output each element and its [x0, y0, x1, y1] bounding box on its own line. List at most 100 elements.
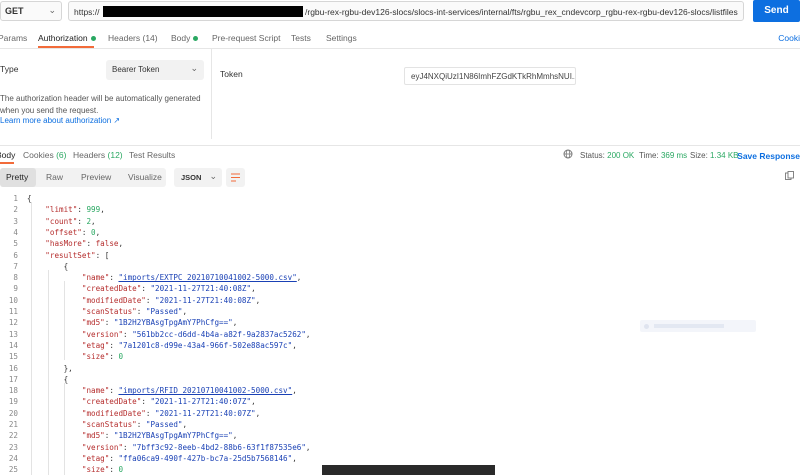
line-number: 9 — [13, 284, 18, 294]
tab-response-cookies[interactable]: Cookies (6) — [23, 150, 66, 160]
wrap-lines-button[interactable] — [226, 168, 245, 187]
format-value: JSON — [181, 173, 202, 182]
line-number: 8 — [13, 273, 18, 283]
code-line: 16 }, — [0, 364, 800, 375]
globe-icon[interactable] — [563, 149, 573, 159]
line-number: 2 — [13, 205, 18, 215]
blurred-overlay — [640, 320, 756, 332]
line-number: 4 — [13, 227, 18, 237]
body-dot-icon — [193, 36, 199, 42]
active-tab-indicator — [0, 162, 14, 164]
line-number: 21 — [8, 420, 18, 429]
code-line: 8 "name": "imports/EXTPC_20210710041002-… — [0, 273, 800, 284]
code-token: "imports/EXTPC_20210710041002-5000.csv" — [118, 273, 297, 283]
code-text: }, — [27, 364, 73, 373]
code-line: 21 "scanStatus": "Passed", — [0, 420, 800, 431]
code-token: "offset" — [45, 227, 82, 237]
tab-authorization-label: Authorization — [38, 33, 88, 43]
code-token: "2021-11-27T21:40:08Z" — [150, 284, 252, 294]
response-body-editor[interactable]: 1{2 "limit": 999, 3 "count": 2, 4 "offset"… — [0, 194, 800, 475]
code-token: { — [27, 374, 69, 384]
line-number: 17 — [8, 374, 18, 384]
send-button[interactable]: Send — [753, 0, 800, 22]
code-text: "scanStatus": "Passed", — [27, 420, 187, 429]
save-response-button[interactable]: Save Response — [737, 151, 800, 161]
code-line: 20 "modifiedDate": "2021-11-27T21:40:07Z… — [0, 409, 800, 420]
tab-pre-request-script[interactable]: Pre-request Script — [212, 33, 281, 43]
code-token: "modifiedDate" — [81, 408, 146, 418]
code-token: "resultSet" — [45, 250, 96, 260]
tab-params[interactable]: Params — [0, 33, 27, 43]
tab-body[interactable]: Body — [171, 33, 199, 43]
code-line: 18 "name": "imports/RFID_20210710041002-… — [0, 386, 800, 397]
auth-description: The authorization header will be automat… — [0, 93, 205, 116]
code-text: "md5": "1B2H2YBAsgTpgAmY7PhCfg==", — [27, 318, 237, 327]
code-line: 14 "etag": "7a1201c8-d99e-43a4-966f-502e… — [0, 341, 800, 352]
code-token: , — [100, 205, 105, 215]
view-visualize[interactable]: Visualize — [128, 172, 162, 182]
code-token: "2021-11-27T21:40:07Z" — [150, 397, 252, 407]
code-text: "modifiedDate": "2021-11-27T21:40:08Z", — [27, 296, 260, 305]
url-input[interactable]: https:// /rgbu-rex-rgbu-dev126-slocs/slo… — [68, 1, 744, 21]
auth-type-select[interactable]: Bearer Token ⌄ — [106, 60, 204, 80]
size-value: 1.34 KB — [710, 151, 739, 160]
code-token: "etag" — [81, 340, 110, 350]
line-number: 16 — [8, 363, 18, 373]
code-token: , — [182, 420, 188, 429]
code-token: "2021-11-27T21:40:07Z" — [155, 408, 256, 418]
view-pretty[interactable]: Pretty — [6, 172, 28, 182]
code-line: 5 "hasMore": false, — [0, 239, 800, 250]
copy-icon[interactable] — [785, 171, 794, 180]
learn-more-link[interactable]: Learn more about authorization ↗ — [0, 116, 120, 125]
code-token: "7a1201c8-d99e-43a4-966f-502e88ac597c" — [118, 340, 293, 350]
code-token: "2021-11-27T21:40:08Z" — [155, 295, 256, 305]
code-line: 19 "createdDate": "2021-11-27T21:40:07Z"… — [0, 397, 800, 408]
view-raw[interactable]: Raw — [46, 172, 63, 182]
tab-authorization[interactable]: Authorization — [38, 33, 96, 43]
format-select[interactable]: JSON ⌄ — [174, 168, 222, 187]
code-line: 6 "resultSet": [ — [0, 251, 800, 262]
method-select[interactable]: GET ⌄ — [0, 1, 62, 21]
code-line: 23 "version": "7bff3c92-8eeb-4bd2-88b6-6… — [0, 443, 800, 454]
token-input[interactable]: eyJ4NXQiUzI1N86ImhFZGdKTkRhMmhsNUI... — [404, 67, 576, 85]
url-scheme: https:// — [74, 7, 100, 17]
size-label: Size: — [690, 151, 708, 160]
tab-response-body[interactable]: Body — [0, 150, 15, 160]
line-number: 22 — [8, 431, 18, 441]
code-token: "imports/RFID_20210710041002-5000.csv" — [118, 386, 293, 396]
tab-response-headers[interactable]: Headers (12) — [73, 150, 123, 160]
code-token: "createdDate" — [81, 397, 142, 407]
chevron-down-icon: ⌄ — [48, 5, 56, 15]
code-token: "561bb2cc-d6dd-4b4a-a82f-9a2837ac5262" — [132, 329, 306, 339]
code-token: "1B2H2YBAsgTpgAmY7PhCfg==" — [113, 318, 233, 328]
size-readout: Size: 1.34 KB — [690, 151, 739, 160]
code-token: : — [145, 295, 156, 305]
code-token: , — [292, 453, 297, 463]
code-line: 2 "limit": 999, — [0, 205, 800, 216]
code-token: "scanStatus" — [81, 420, 137, 429]
line-number: 25 — [8, 465, 18, 475]
method-label: GET — [5, 6, 24, 16]
line-number: 5 — [13, 239, 18, 249]
code-text: "etag": "7a1201c8-d99e-43a4-966f-502e88a… — [27, 341, 297, 350]
tab-headers[interactable]: Headers (14) — [108, 33, 158, 43]
tab-test-results[interactable]: Test Results — [129, 150, 175, 160]
code-token: , — [292, 386, 297, 396]
code-text: "resultSet": [ — [27, 251, 109, 260]
tab-settings[interactable]: Settings — [326, 33, 357, 43]
status-value: 200 OK — [607, 151, 635, 160]
headers-label: Headers — [73, 150, 106, 160]
code-token: : [ — [95, 250, 110, 260]
time-value: 369 ms — [660, 151, 688, 160]
response-tabs: Body Cookies (6) Headers (12) Test Resul… — [0, 145, 800, 164]
view-preview[interactable]: Preview — [81, 172, 111, 182]
tab-tests[interactable]: Tests — [291, 33, 311, 43]
code-token: : — [136, 307, 146, 316]
cookies-link[interactable]: Cooki — [778, 33, 800, 43]
